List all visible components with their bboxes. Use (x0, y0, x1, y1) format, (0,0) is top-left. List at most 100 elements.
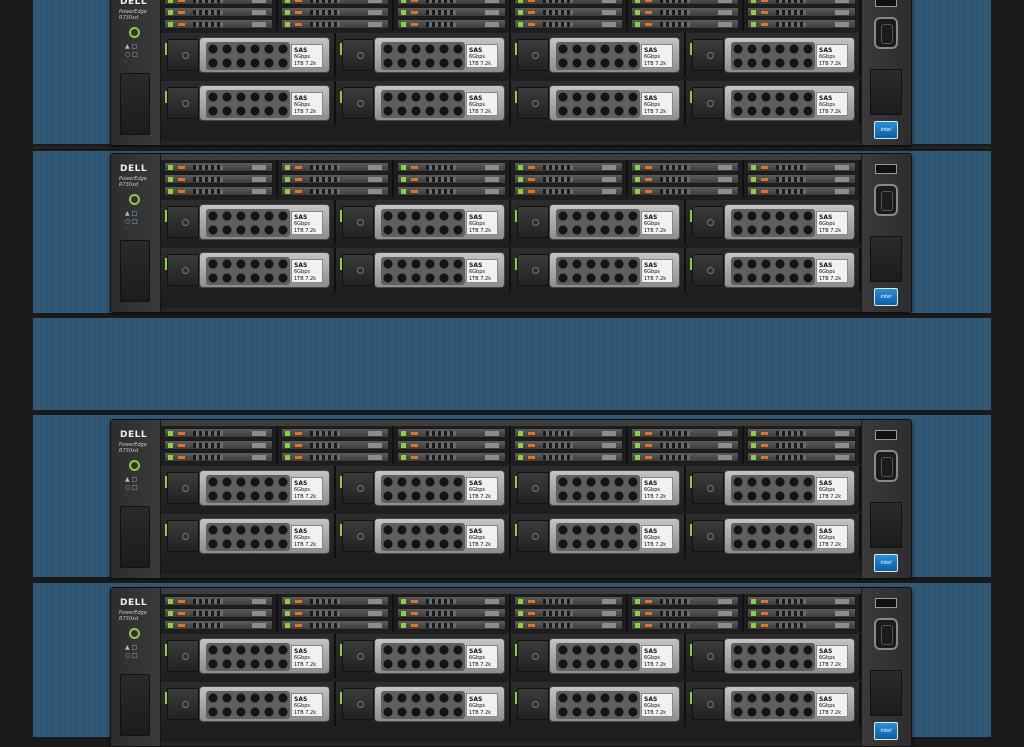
drive-latch-icon[interactable] (517, 39, 549, 71)
drive-slot[interactable]: SAS 6Gbps 1TB 7.2k (336, 200, 511, 244)
small-drive-slot[interactable] (164, 608, 273, 618)
vga-port-icon[interactable] (874, 17, 898, 49)
drive-slot[interactable]: SAS 6Gbps 1TB 7.2k (686, 466, 861, 510)
vga-port-icon[interactable] (874, 184, 898, 216)
drive-latch-icon[interactable] (167, 640, 199, 672)
drive-slot[interactable]: SAS 6Gbps 1TB 7.2k (336, 248, 511, 292)
drive-slot[interactable]: SAS 6Gbps 1TB 7.2k (511, 33, 686, 77)
drive-latch-icon[interactable] (692, 640, 724, 672)
small-drive-slot[interactable] (280, 0, 390, 5)
small-drive-slot[interactable] (280, 174, 390, 184)
power-icon[interactable] (129, 27, 140, 38)
small-drive-slot[interactable] (514, 452, 623, 462)
drive-latch-icon[interactable] (167, 206, 199, 238)
drive-latch-icon[interactable] (167, 254, 199, 286)
usb-port-icon[interactable] (875, 164, 897, 174)
drive-slot[interactable]: SAS 6Gbps 1TB 7.2k (161, 514, 336, 558)
drive-latch-icon[interactable] (517, 520, 549, 552)
drive-slot[interactable]: SAS 6Gbps 1TB 7.2k (161, 682, 336, 726)
small-drive-slot[interactable] (164, 596, 273, 606)
drive-latch-icon[interactable] (517, 254, 549, 286)
small-drive-slot[interactable] (630, 0, 740, 5)
small-drive-slot[interactable] (280, 620, 390, 630)
drive-slot[interactable]: SAS 6Gbps 1TB 7.2k (161, 81, 336, 125)
small-drive-slot[interactable] (397, 608, 507, 618)
small-drive-slot[interactable] (514, 174, 623, 184)
small-drive-slot[interactable] (514, 440, 623, 450)
small-drive-slot[interactable] (630, 174, 740, 184)
drive-slot[interactable]: SAS 6Gbps 1TB 7.2k (686, 514, 861, 558)
small-drive-slot[interactable] (747, 452, 857, 462)
vga-port-icon[interactable] (874, 450, 898, 482)
small-drive-slot[interactable] (630, 162, 740, 172)
small-drive-slot[interactable] (514, 7, 623, 17)
small-drive-slot[interactable] (747, 596, 857, 606)
small-drive-slot[interactable] (280, 452, 390, 462)
drive-latch-icon[interactable] (167, 688, 199, 720)
small-drive-slot[interactable] (514, 596, 623, 606)
drive-latch-icon[interactable] (692, 472, 724, 504)
small-drive-slot[interactable] (397, 0, 507, 5)
drive-latch-icon[interactable] (692, 39, 724, 71)
small-drive-slot[interactable] (164, 174, 273, 184)
small-drive-slot[interactable] (280, 596, 390, 606)
drive-slot[interactable]: SAS 6Gbps 1TB 7.2k (161, 33, 336, 77)
small-drive-slot[interactable] (280, 7, 390, 17)
small-drive-slot[interactable] (747, 428, 857, 438)
small-drive-slot[interactable] (397, 620, 507, 630)
small-drive-slot[interactable] (747, 174, 857, 184)
drive-slot[interactable]: SAS 6Gbps 1TB 7.2k (511, 200, 686, 244)
small-drive-slot[interactable] (280, 19, 390, 29)
drive-slot[interactable]: SAS 6Gbps 1TB 7.2k (161, 634, 336, 678)
small-drive-slot[interactable] (630, 620, 740, 630)
drive-slot[interactable]: SAS 6Gbps 1TB 7.2k (161, 248, 336, 292)
small-drive-slot[interactable] (747, 19, 857, 29)
small-drive-slot[interactable] (164, 19, 273, 29)
drive-latch-icon[interactable] (517, 206, 549, 238)
drive-latch-icon[interactable] (167, 520, 199, 552)
small-drive-slot[interactable] (630, 452, 740, 462)
small-drive-slot[interactable] (164, 452, 273, 462)
small-drive-slot[interactable] (747, 0, 857, 5)
drive-slot[interactable]: SAS 6Gbps 1TB 7.2k (686, 682, 861, 726)
small-drive-slot[interactable] (630, 440, 740, 450)
small-drive-slot[interactable] (514, 428, 623, 438)
small-drive-slot[interactable] (397, 440, 507, 450)
small-drive-slot[interactable] (397, 19, 507, 29)
small-drive-slot[interactable] (397, 162, 507, 172)
drive-slot[interactable]: SAS 6Gbps 1TB 7.2k (336, 514, 511, 558)
drive-latch-icon[interactable] (342, 206, 374, 238)
small-drive-slot[interactable] (397, 596, 507, 606)
small-drive-slot[interactable] (747, 620, 857, 630)
drive-latch-icon[interactable] (517, 688, 549, 720)
drive-latch-icon[interactable] (342, 640, 374, 672)
drive-latch-icon[interactable] (692, 206, 724, 238)
drive-slot[interactable]: SAS 6Gbps 1TB 7.2k (336, 81, 511, 125)
small-drive-slot[interactable] (164, 7, 273, 17)
usb-port-icon[interactable] (875, 0, 897, 7)
small-drive-slot[interactable] (164, 186, 273, 196)
drive-slot[interactable]: SAS 6Gbps 1TB 7.2k (686, 81, 861, 125)
small-drive-slot[interactable] (630, 428, 740, 438)
drive-latch-icon[interactable] (517, 640, 549, 672)
small-drive-slot[interactable] (397, 428, 507, 438)
small-drive-slot[interactable] (397, 7, 507, 17)
small-drive-slot[interactable] (747, 7, 857, 17)
vga-port-icon[interactable] (874, 618, 898, 650)
small-drive-slot[interactable] (397, 186, 507, 196)
small-drive-slot[interactable] (164, 162, 273, 172)
drive-latch-icon[interactable] (692, 87, 724, 119)
small-drive-slot[interactable] (514, 162, 623, 172)
small-drive-slot[interactable] (280, 162, 390, 172)
small-drive-slot[interactable] (164, 0, 273, 5)
small-drive-slot[interactable] (280, 428, 390, 438)
drive-slot[interactable]: SAS 6Gbps 1TB 7.2k (511, 682, 686, 726)
drive-slot[interactable]: SAS 6Gbps 1TB 7.2k (686, 634, 861, 678)
drive-slot[interactable]: SAS 6Gbps 1TB 7.2k (336, 466, 511, 510)
drive-slot[interactable]: SAS 6Gbps 1TB 7.2k (686, 200, 861, 244)
drive-slot[interactable]: SAS 6Gbps 1TB 7.2k (511, 81, 686, 125)
power-icon[interactable] (129, 460, 140, 471)
drive-slot[interactable]: SAS 6Gbps 1TB 7.2k (336, 682, 511, 726)
power-icon[interactable] (129, 628, 140, 639)
drive-slot[interactable]: SAS 6Gbps 1TB 7.2k (511, 514, 686, 558)
